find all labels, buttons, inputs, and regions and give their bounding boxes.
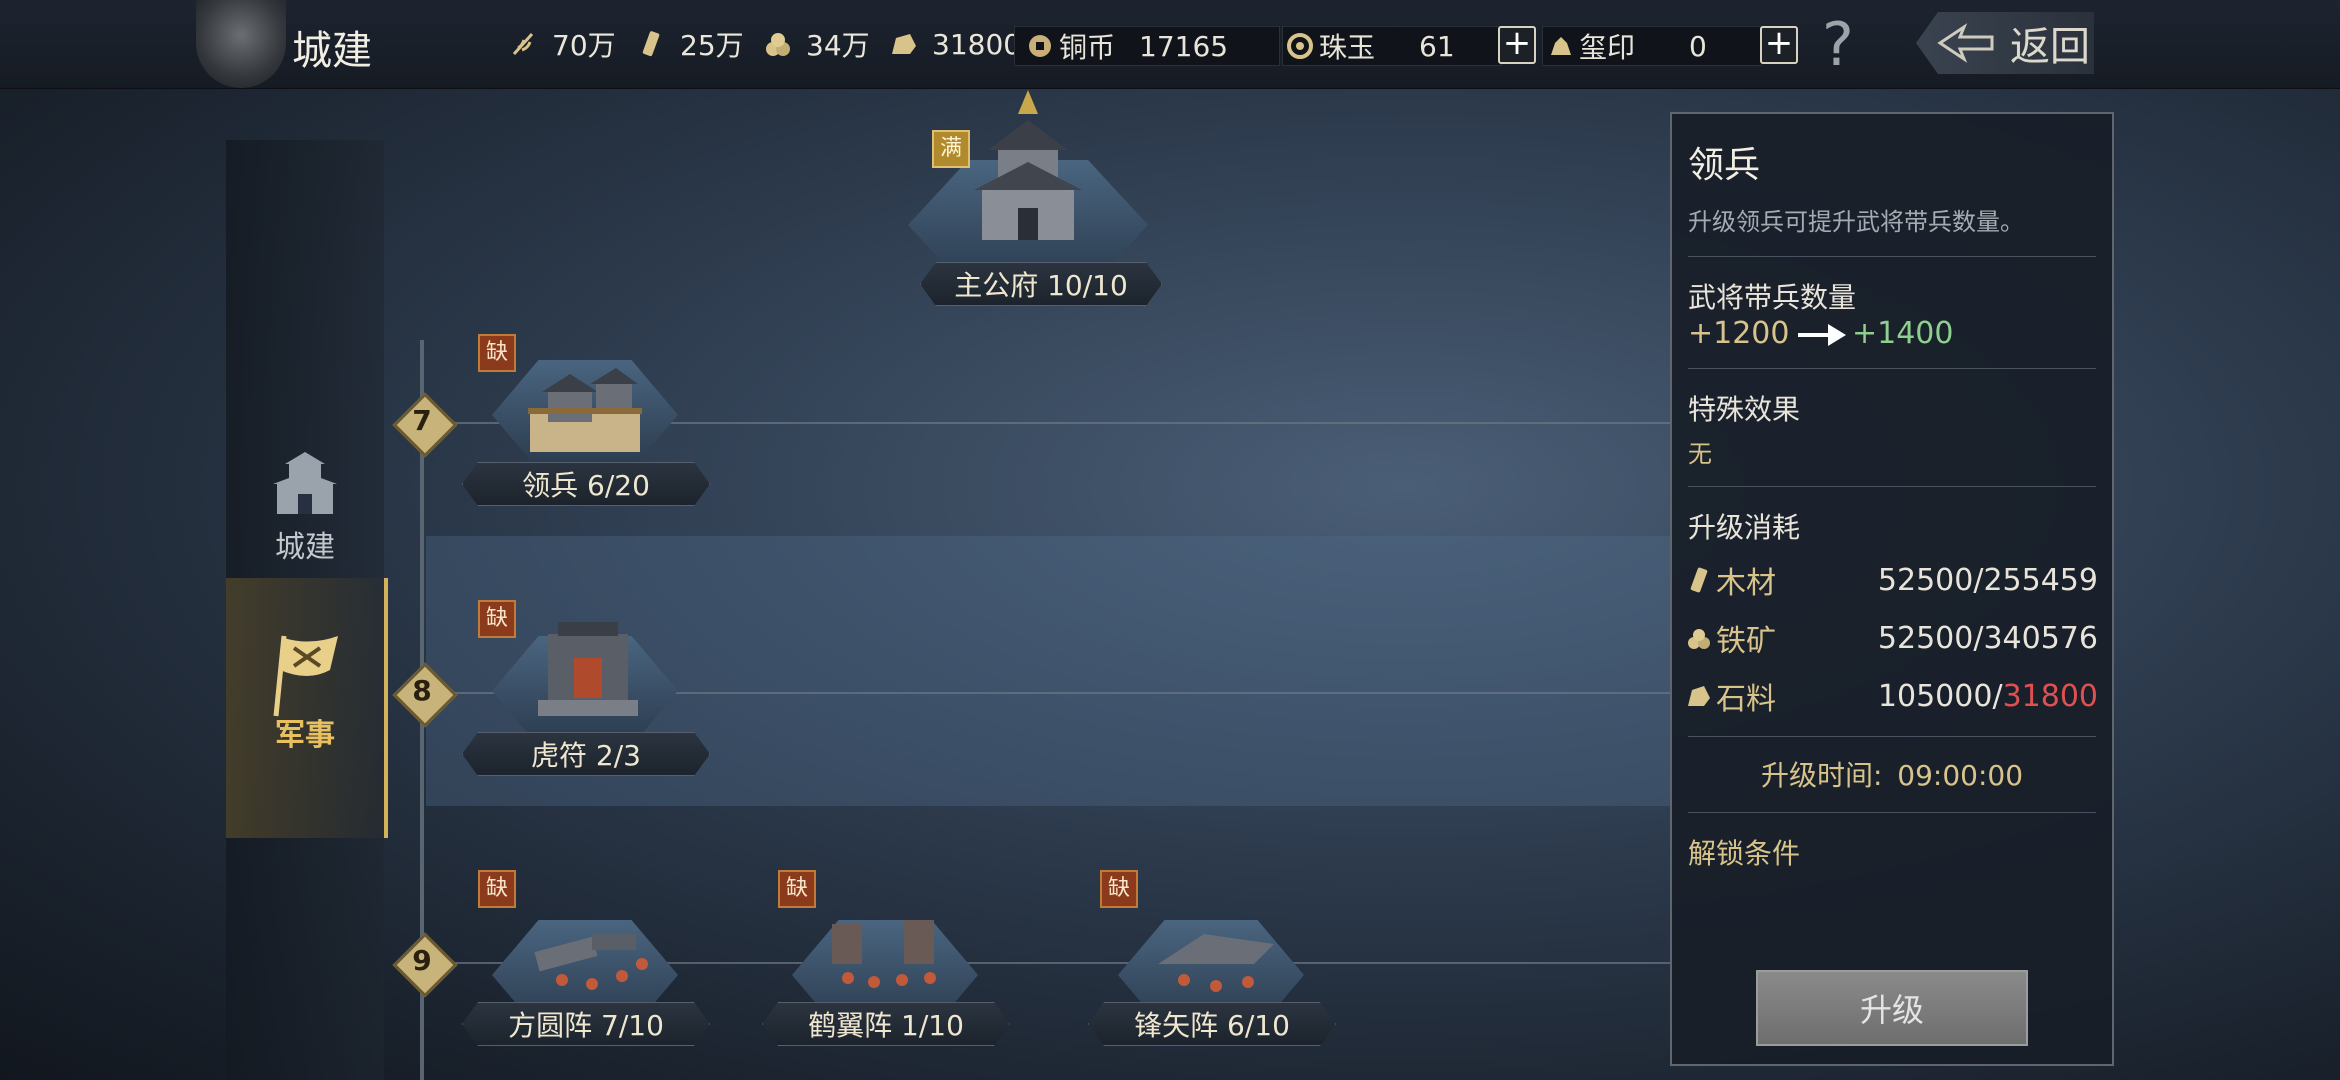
lingbing-shortage-tag: 缺 <box>478 334 516 372</box>
seal-value: 0 <box>1689 29 1707 63</box>
main-hall-full-tag: 满 <box>932 130 970 168</box>
level-9-number: 9 <box>412 944 432 977</box>
help-button[interactable]: ? <box>1822 10 1854 80</box>
cost-shortfall: 31800 <box>2002 678 2098 714</box>
divider <box>1688 812 2096 813</box>
nav-item-city-label: 城建 <box>275 530 335 565</box>
building-fangyuan[interactable]: 缺 方圆阵 7/10 <box>462 870 712 1050</box>
divider <box>1688 368 2096 369</box>
upgrade-button[interactable]: 升级 <box>1756 970 2028 1046</box>
stat-next-value: +1400 <box>1852 316 1954 351</box>
building-heyi[interactable]: 缺 鹤翼阵 1/10 <box>762 870 1012 1050</box>
cost-name: 铁矿 <box>1716 624 1776 659</box>
stat-label: 武将带兵数量 <box>1688 281 1857 314</box>
jade-icon <box>1287 33 1313 59</box>
stone-icon <box>1688 686 1710 706</box>
heyi-name: 鹤翼阵 1/10 <box>762 1002 1010 1046</box>
arrow-right-icon <box>1798 324 1846 346</box>
cost-name: 木材 <box>1716 566 1776 601</box>
jade-label: 珠玉 <box>1319 31 1376 64</box>
upgrade-time: 升级时间: 09:00:00 <box>1672 754 2112 794</box>
building-lingbing[interactable]: 缺 领兵 6/20 <box>462 330 712 510</box>
level-7-number: 7 <box>412 404 432 437</box>
add-jade-button[interactable]: + <box>1498 26 1536 64</box>
add-seal-button[interactable]: + <box>1760 26 1798 64</box>
iron-icon <box>1688 629 1710 649</box>
resource-wood: 25万 <box>638 24 744 64</box>
arrowhead-formation-icon <box>1158 934 1274 992</box>
stat-current-value: +1200 <box>1688 316 1790 351</box>
unlock-label: 解锁条件 <box>1688 837 1801 870</box>
war-flag-icon <box>273 635 338 717</box>
jade-value: 61 <box>1419 29 1455 63</box>
cost-label: 升级消耗 <box>1688 511 1801 544</box>
nav-item-military[interactable]: 军事 <box>226 578 388 838</box>
copper-coin-display: 铜币 17165 <box>1014 26 1280 66</box>
detail-panel: 领兵 升级领兵可提升武将带兵数量。 武将带兵数量 +1200 +1400 特殊效… <box>1670 112 2114 1066</box>
cost-row-stone: 石料 105000/ 31800 <box>1686 676 2098 717</box>
fangyuan-name: 方圆阵 7/10 <box>462 1002 710 1046</box>
building-fengshi[interactable]: 缺 锋矢阵 6/10 <box>1088 870 1338 1050</box>
heyi-shortage-tag: 缺 <box>778 870 816 908</box>
main-hall-name: 主公府 10/10 <box>920 262 1162 306</box>
cost-amount: 105000/ <box>1877 678 2003 714</box>
main-hall-icon <box>974 90 1082 240</box>
grain-value: 70万 <box>552 29 616 62</box>
cost-name: 石料 <box>1716 682 1776 717</box>
panel-description: 升级领兵可提升武将带兵数量。 <box>1688 208 2024 236</box>
jade-display: 珠玉 61 <box>1282 26 1502 66</box>
wood-icon <box>642 31 660 57</box>
effect-label: 特殊效果 <box>1688 393 1801 426</box>
square-formation-icon <box>534 934 648 990</box>
upgrade-time-label: 升级时间: <box>1760 759 1883 792</box>
cost-amount: 52500/340576 <box>1877 620 2098 656</box>
grain-icon <box>512 32 534 56</box>
divider <box>1688 256 2096 257</box>
copper-coin-value: 17165 <box>1139 29 1229 63</box>
seal-display: 玺印 0 <box>1542 26 1762 66</box>
lingbing-name: 领兵 6/20 <box>462 462 710 506</box>
panel-title: 领兵 <box>1688 145 1761 186</box>
city-gate-icon <box>273 452 337 514</box>
nav-item-city[interactable]: 城建 <box>226 380 384 580</box>
building-main-hall[interactable]: 满 主公府 10/10 <box>900 90 1180 320</box>
tiger-tally-hall-icon <box>538 622 638 716</box>
stone-icon <box>892 34 916 54</box>
back-label: 返回 <box>2010 24 2090 70</box>
cost-row-iron: 铁矿 52500/340576 <box>1686 618 2098 659</box>
wood-value: 25万 <box>680 29 744 62</box>
page-title: 城建 <box>292 28 372 74</box>
hufu-shortage-tag: 缺 <box>478 600 516 638</box>
barracks-icon <box>528 368 642 452</box>
copper-coin-icon <box>1029 35 1051 57</box>
upgrade-time-value: 09:00:00 <box>1897 759 2024 792</box>
divider <box>1688 486 2096 487</box>
cost-row-wood: 木材 52500/255459 <box>1686 560 2098 601</box>
resource-iron: 34万 <box>764 24 870 64</box>
effect-value: 无 <box>1688 440 1712 468</box>
iron-value: 34万 <box>806 29 870 62</box>
seal-icon <box>1551 37 1571 55</box>
back-button[interactable]: 返回 <box>1916 12 2094 74</box>
resource-grain: 70万 <box>510 24 616 64</box>
nav-item-military-label: 军事 <box>275 718 335 753</box>
seal-label: 玺印 <box>1579 31 1636 64</box>
fengshi-name: 锋矢阵 6/10 <box>1088 1002 1336 1046</box>
iron-icon <box>766 33 790 56</box>
dragon-emblem-icon <box>196 0 286 88</box>
back-arrow-icon <box>1937 23 1994 63</box>
wood-icon <box>1690 567 1708 593</box>
copper-coin-label: 铜币 <box>1059 31 1116 64</box>
fengshi-shortage-tag: 缺 <box>1100 870 1138 908</box>
building-hufu[interactable]: 缺 虎符 2/3 <box>462 600 712 780</box>
stone-value: 31800 <box>932 27 1022 61</box>
cost-amount: 52500/255459 <box>1877 562 2098 598</box>
hufu-name: 虎符 2/3 <box>462 732 710 776</box>
crane-wing-formation-icon <box>832 920 936 988</box>
fangyuan-shortage-tag: 缺 <box>478 870 516 908</box>
divider <box>1688 736 2096 737</box>
resource-stone: 31800 <box>890 24 1021 64</box>
level-8-number: 8 <box>412 674 432 707</box>
